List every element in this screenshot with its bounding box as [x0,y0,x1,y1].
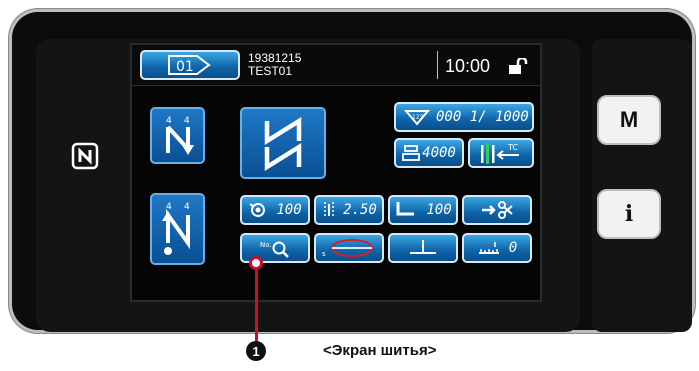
pattern-button[interactable]: 01 [140,50,240,80]
presser-icon [249,203,266,217]
thread-tension-label: TC [507,143,518,152]
touch-screen: 01 19381215 TEST01 10:00 4 4 4 4 123 000… [130,43,542,302]
callout-line [255,262,258,346]
reverse-stitch-end-button[interactable]: 4 4 [150,193,205,265]
nfc-icon [71,142,99,170]
pattern-name: TEST01 [248,64,293,78]
counter-button[interactable]: 123 000 1/ 1000 [394,102,534,132]
stitch-shape-button[interactable]: s [314,233,384,263]
svg-text:4: 4 [184,202,190,212]
presser-button[interactable]: 100 [240,195,310,225]
clock-divider [437,51,438,79]
side-panel [592,39,692,332]
thread-tension-icon: TC [481,143,519,164]
measure-value: 0 [508,240,518,256]
clock: 10:00 [445,56,491,76]
pattern-icon: 01 [168,55,211,75]
info-button[interactable]: i [597,189,661,239]
svg-text:4: 4 [166,116,172,126]
pattern-number: 19381215 [248,51,302,65]
thread-trim-button[interactable] [462,195,532,225]
thread-trim-icon [482,201,513,219]
thread-tension-button[interactable]: TC [468,138,534,168]
pitch-button[interactable]: 2.50 [314,195,384,225]
status-bar: 01 19381215 TEST01 10:00 [132,45,540,86]
svg-text:4: 4 [184,116,190,126]
svg-text:123: 123 [412,114,424,121]
svg-text:No.: No. [260,241,272,249]
triple-stitch-icon [264,116,302,172]
pitch-value: 2.50 [343,202,377,218]
mode-button[interactable]: M [597,95,661,145]
counter-value: 000 1/ 1000 [436,109,529,125]
measure-button[interactable]: 0 [462,233,532,263]
stitch-shape-icon: s [322,239,373,258]
counter-icon: 123 [404,110,430,126]
measure-icon [478,242,499,254]
needle-icon [410,240,436,254]
pitch-icon [324,202,334,218]
svg-text:s: s [322,250,326,258]
reverse-stitch-start-button[interactable]: 4 4 [150,107,205,164]
screen-caption: <Экран шитья> [323,342,437,359]
pattern-icon-label: 01 [176,59,194,75]
search-icon: No. [260,241,289,258]
lock-icon[interactable] [507,58,529,74]
bobbin-counter-button[interactable]: 4000 [394,138,464,168]
foot-pressure-icon [396,202,415,216]
foot-pressure-button[interactable]: 100 [388,195,458,225]
reverse-stitch-end-icon: 4 4 [161,202,190,255]
reverse-stitch-start-icon: 4 4 [165,116,194,155]
presser-value: 100 [276,202,302,218]
bobbin-icon [402,145,421,161]
callout-marker [249,256,263,270]
needle-position-button[interactable] [388,233,458,263]
callout-number: 1 [246,341,266,361]
foot-pressure-value: 100 [426,202,452,218]
bobbin-counter-value: 4000 [422,145,456,161]
triple-stitch-button[interactable] [240,107,326,179]
